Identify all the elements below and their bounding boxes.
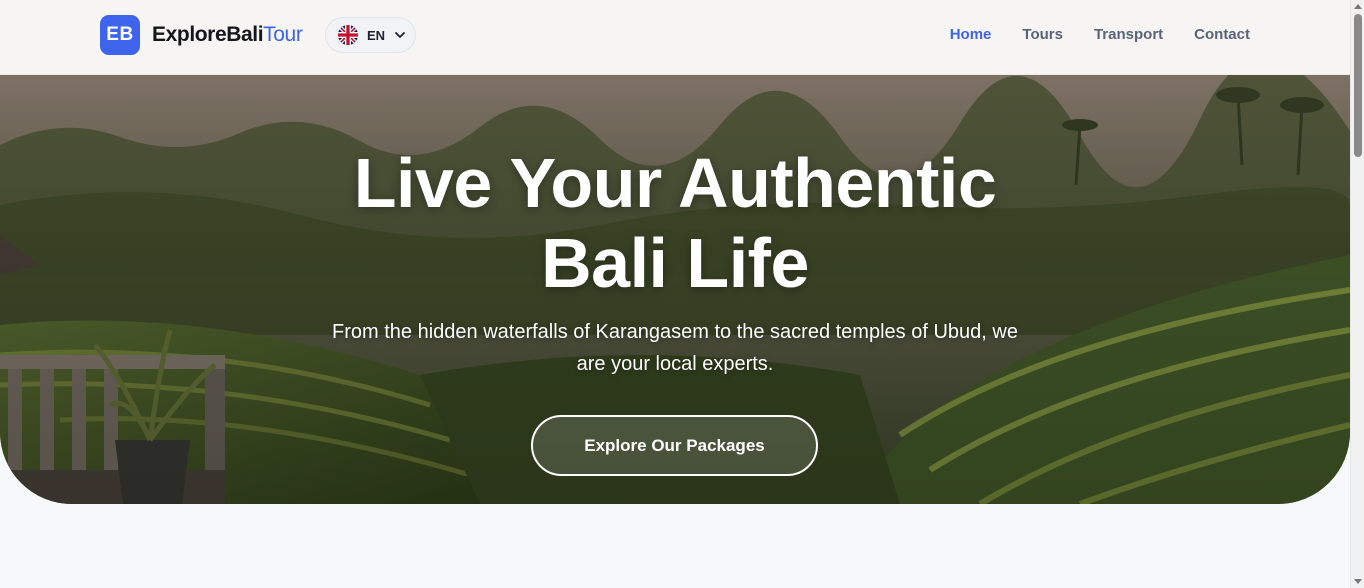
language-selector[interactable]: EN xyxy=(325,17,416,53)
hero-title-line-1: Live Your Authentic xyxy=(353,144,997,222)
explore-packages-button[interactable]: Explore Our Packages xyxy=(531,415,818,476)
scroll-up-arrow-icon[interactable] xyxy=(1354,4,1362,9)
brand-name: ExploreBaliTour xyxy=(152,23,303,47)
nav-transport[interactable]: Transport xyxy=(1094,26,1163,43)
uk-flag-icon xyxy=(338,25,358,45)
page: EB ExploreBaliTour EN Home Tours Transpo… xyxy=(0,0,1364,588)
hero-title-line-2: Bali Life xyxy=(541,224,809,302)
brand-logo[interactable]: EB ExploreBaliTour xyxy=(100,15,303,55)
hero-section: Live Your Authentic Bali Life From the h… xyxy=(0,75,1350,504)
hero-title: Live Your Authentic Bali Life xyxy=(0,143,1350,303)
main-nav: Home Tours Transport Contact xyxy=(950,26,1250,43)
nav-contact[interactable]: Contact xyxy=(1194,26,1250,43)
chevron-down-icon xyxy=(395,32,405,38)
brand-name-main: ExploreBali xyxy=(152,23,264,46)
site-header: EB ExploreBaliTour EN Home Tours Transpo… xyxy=(0,0,1350,75)
brand-name-accent: Tour xyxy=(263,23,303,46)
language-code: EN xyxy=(367,27,386,43)
scroll-down-arrow-icon[interactable] xyxy=(1354,579,1362,584)
hero-subtitle: From the hidden waterfalls of Karangasem… xyxy=(332,321,1018,375)
page-scrollbar[interactable] xyxy=(1350,0,1364,588)
nav-home[interactable]: Home xyxy=(950,26,992,43)
logo-badge: EB xyxy=(100,15,140,55)
nav-tours[interactable]: Tours xyxy=(1022,26,1063,43)
scrollbar-thumb[interactable] xyxy=(1354,14,1362,157)
